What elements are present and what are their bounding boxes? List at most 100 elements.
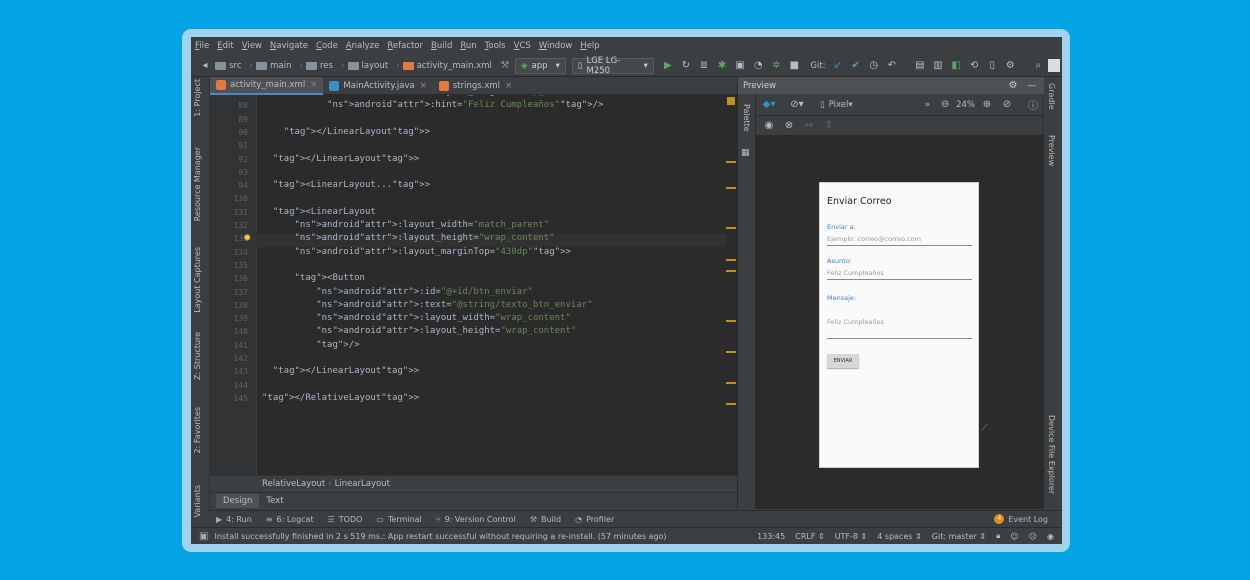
code-line[interactable]: "tag"></RelativeLayout"tag">>	[262, 393, 419, 403]
notifications-icon[interactable]: ◉	[1047, 532, 1054, 541]
zoom-out-icon[interactable]: ⊖	[936, 96, 954, 114]
code-line[interactable]: "tag"></LinearLayout"tag">>	[262, 127, 430, 137]
error-stripe-mark[interactable]	[726, 351, 736, 353]
attach-debugger-icon[interactable]: ✲	[768, 57, 784, 75]
code-line[interactable]: "ns">android"attr">:id="@+id/btn_enviar"	[262, 287, 533, 297]
line-separator[interactable]: CRLF ⇕	[795, 532, 824, 541]
menu-item-code[interactable]: Code	[316, 41, 338, 51]
warning-icon[interactable]: ⓘ	[1024, 96, 1042, 114]
magnet-off-icon[interactable]: ⊗	[780, 117, 798, 135]
status-message[interactable]: Install successfully finished in 2 s 519…	[214, 532, 666, 541]
menu-item-view[interactable]: View	[242, 41, 262, 51]
indent-setting[interactable]: 4 spaces ⇕	[877, 532, 922, 541]
lightbulb-icon[interactable]: ✹	[243, 233, 251, 244]
coverage-icon[interactable]: ▣	[732, 57, 748, 75]
sdk-manager-icon[interactable]: ▥	[930, 57, 946, 75]
panel-toggle-icon[interactable]: ▣	[199, 531, 208, 542]
code-line[interactable]: "ns">android"attr">:hint="Feliz Cumpleañ…	[262, 100, 603, 110]
menu-item-build[interactable]: Build	[431, 41, 452, 51]
search-icon[interactable]: ⌕	[1030, 57, 1046, 75]
error-stripe-mark[interactable]	[726, 161, 736, 163]
event-log-button[interactable]: 4 Event Log	[994, 514, 1048, 524]
code-line[interactable]: "ns">android"attr">:layout_height="wrap_…	[262, 326, 576, 336]
tool-tab-2-favorites[interactable]: 2: Favorites	[193, 407, 202, 453]
device-select[interactable]: ▯ LGE LG-M250 ▾	[571, 56, 654, 76]
file-tab[interactable]: strings.xml ×	[433, 77, 518, 95]
breadcrumb-relativelayout[interactable]: RelativeLayout	[262, 479, 325, 489]
menu-item-help[interactable]: Help	[580, 41, 599, 51]
error-stripe-mark[interactable]	[726, 259, 736, 261]
hammer-icon[interactable]: ⚒	[497, 57, 513, 75]
menu-item-tools[interactable]: Tools	[485, 41, 506, 51]
menu-item-file[interactable]: File	[195, 41, 209, 51]
git-history-icon[interactable]: ◷	[866, 57, 882, 75]
device-manager-icon[interactable]: ▯	[984, 57, 1000, 75]
code-editor[interactable]: 87 "ns">android"attr">:layout_height="wr…	[210, 95, 737, 475]
apply-code-icon[interactable]: ≣	[696, 57, 712, 75]
breadcrumb-linearlayout[interactable]: LinearLayout	[335, 479, 390, 489]
tool-todo[interactable]: ☰ TODO	[328, 515, 363, 524]
tab-design[interactable]: Design	[216, 494, 260, 508]
tool-4-run[interactable]: ▶ 4: Run	[216, 515, 252, 524]
run-config-select[interactable]: ◈ app ▾	[514, 57, 566, 74]
stop-icon[interactable]: ■	[786, 57, 802, 75]
code-line[interactable]: "tag"><LinearLayout	[262, 207, 376, 217]
zoom-fit-icon[interactable]: ⊘	[998, 96, 1016, 114]
palette-tab[interactable]: Palette	[742, 104, 751, 132]
tool-6-logcat[interactable]: ≡ 6: Logcat	[266, 515, 314, 524]
email-field[interactable]: Ejemplo: correo@correo.com	[827, 235, 972, 246]
git-commit-icon[interactable]: ✔	[848, 57, 864, 75]
subject-field[interactable]: Feliz Cumpleaños	[827, 269, 972, 280]
design-canvas[interactable]: Enviar Correo Enviar a: Ejemplo: correo@…	[756, 136, 1044, 509]
project-structure-icon[interactable]: ▤	[912, 57, 928, 75]
breadcrumb-item[interactable]: activity_main.xml	[402, 61, 492, 71]
code-line[interactable]: "tag"></LinearLayout"tag">>	[262, 366, 419, 376]
error-stripe-mark[interactable]	[726, 320, 736, 322]
debug-icon[interactable]: ✱	[714, 57, 730, 75]
code-line[interactable]: "ns">android"attr">:text="@string/texto_…	[262, 300, 592, 310]
caret-position[interactable]: 133:45	[757, 532, 785, 541]
tool-tab-preview[interactable]: Preview	[1047, 135, 1056, 166]
tool-9-version-control[interactable]: ⑂ 9: Version Control	[436, 515, 516, 524]
avd-manager-icon[interactable]: ◧	[948, 57, 964, 75]
menu-item-navigate[interactable]: Navigate	[270, 41, 308, 51]
close-icon[interactable]: ×	[505, 81, 512, 91]
layers-icon[interactable]: ◆▾	[760, 96, 778, 114]
minimize-icon[interactable]: —	[1028, 81, 1037, 91]
close-icon[interactable]: ×	[420, 81, 427, 91]
tool-profiler[interactable]: ◔ Profiler	[575, 515, 614, 524]
face-icon[interactable]: ☺	[1010, 532, 1018, 541]
face-sad-icon[interactable]: ☹	[1029, 532, 1037, 541]
breadcrumb-item[interactable]: main	[256, 61, 291, 71]
zoom-in-icon[interactable]: ⊕	[978, 96, 996, 114]
more-icon[interactable]: »	[925, 100, 931, 110]
tool-tab-z-structure[interactable]: Z: Structure	[193, 332, 202, 380]
editor-scrollbar[interactable]	[727, 95, 737, 475]
breadcrumb-item[interactable]: res	[305, 61, 333, 71]
code-line[interactable]: "tag"><LinearLayout..."tag">>	[262, 180, 430, 190]
error-stripe-mark[interactable]	[726, 270, 736, 272]
layout-inspector-icon[interactable]: ⚙	[1002, 57, 1018, 75]
device-picker[interactable]: ▯ Pixel ▾	[820, 100, 853, 110]
code-line[interactable]: "tag">/>	[262, 340, 359, 350]
sync-gradle-icon[interactable]: ⟲	[966, 57, 982, 75]
file-encoding[interactable]: UTF-8 ⇕	[835, 532, 868, 541]
apply-changes-icon[interactable]: ↻	[678, 57, 694, 75]
error-stripe-mark[interactable]	[726, 227, 736, 229]
breadcrumb-item[interactable]: src	[215, 61, 242, 71]
run-icon[interactable]: ▶	[660, 57, 676, 75]
close-icon[interactable]: ×	[310, 80, 317, 90]
breadcrumb-item[interactable]: layout	[347, 61, 388, 71]
file-tab[interactable]: activity_main.xml ×	[210, 76, 324, 95]
resize-handle-icon[interactable]: ⟋	[981, 423, 988, 434]
tool-build[interactable]: ⚒ Build	[530, 515, 561, 524]
git-rollback-icon[interactable]: ↶	[884, 57, 900, 75]
code-line[interactable]: "ns">android"attr">:layout_height="wrap_…	[262, 233, 555, 243]
vertical-arrows-icon[interactable]: ↕	[820, 117, 838, 135]
gear-icon[interactable]: ⚙	[1009, 80, 1018, 91]
tool-tab-1-project[interactable]: 1: Project	[193, 79, 202, 117]
lock-icon[interactable]: 🔒︎	[996, 531, 1000, 541]
orientation-icon[interactable]: ⊘▾	[788, 96, 806, 114]
profile-icon[interactable]: ◔	[750, 57, 766, 75]
menu-item-analyze[interactable]: Analyze	[346, 41, 380, 51]
